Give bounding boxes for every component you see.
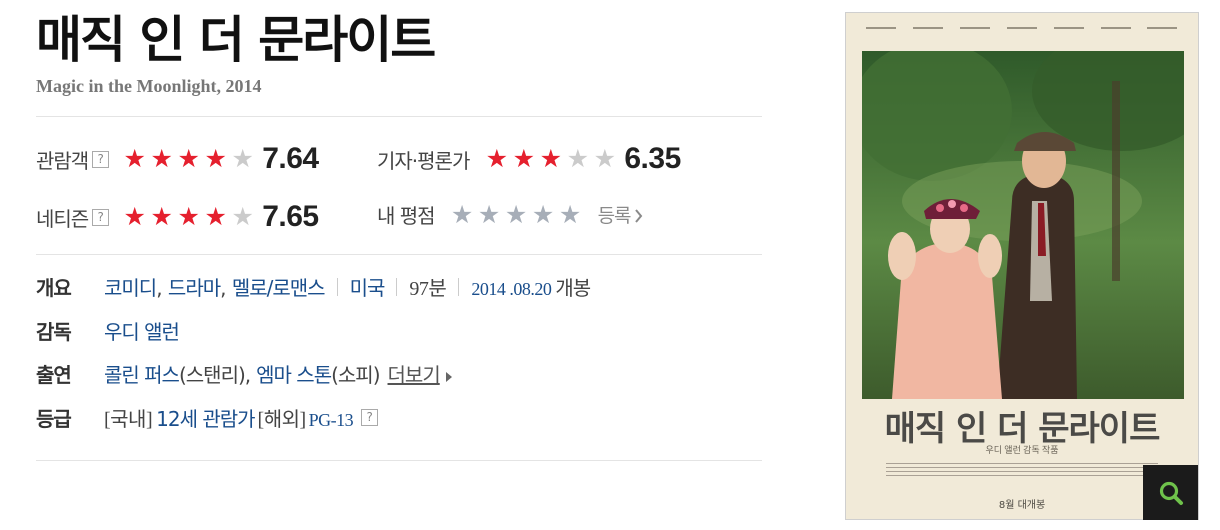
grade-row: 등급 [국내] 12세 관람가 [해외] PG-13 ? [36,403,379,432]
domestic-prefix: [국내] [104,409,153,431]
release-date-link[interactable]: 2014 .08.20 [471,279,552,300]
star-icon: ★ [177,202,200,231]
grade-label: 등급 [36,407,72,431]
register-rating-link[interactable]: 등록 [598,201,643,228]
zoom-button[interactable] [1143,465,1198,520]
director-link[interactable]: 우디 앨런 [104,316,180,345]
my-star-input[interactable]: ★ ★ ★ ★ ★ [449,201,584,228]
rating-mine: 내 평점 ★ ★ ★ ★ ★ 등록 [377,200,643,229]
movie-original-title: Magic in the Moonlight, 2014 [36,76,262,96]
help-icon[interactable]: ? [92,150,110,168]
star-icon: ★ [512,144,536,173]
star-icon: ★ [204,202,227,231]
star-icon[interactable]: ★ [476,201,503,228]
star-icon: ★ [539,144,563,173]
movie-poster[interactable]: 매직 인 더 문라이트 우디 앨런 감독 작품 8월 대개봉 [845,12,1199,520]
country-link[interactable]: 미국 [350,272,386,301]
genre-link[interactable]: 멜로/로맨스 [232,276,326,300]
magnifier-icon [1159,481,1183,505]
actor-link[interactable]: 콜린 퍼스 [104,359,180,388]
genre-link[interactable]: 코미디 [104,276,157,300]
director-label: 감독 [36,320,72,344]
poster-subtitle: 우디 앨런 감독 작품 [985,445,1059,455]
star-icon: ★ [485,144,509,173]
runtime: 97분 [409,278,447,300]
rating-netizen-label: 네티즌 [36,206,89,231]
poster-image [862,51,1184,399]
rating-netizen: 네티즌 ? ★ ★ ★ ★ ★ 7.65 [36,200,319,234]
star-icon: ★ [177,144,200,173]
star-icon: ★ [150,144,173,173]
star-rating: ★ ★ ★ ★ ★ [483,146,618,172]
star-icon: ★ [204,144,227,173]
actor-role: (스탠리) [178,363,246,387]
rating-critics: 기자·평론가 ★ ★ ★ ★ ★ 6.35 [377,142,681,176]
star-icon: ★ [231,144,254,173]
release-suffix: 개봉 [555,276,591,300]
movie-title: 매직 인 더 문라이트 [36,11,436,69]
star-icon[interactable]: ★ [449,201,476,228]
more-cast-button[interactable]: 더보기 [388,359,441,388]
help-icon[interactable]: ? [92,208,110,226]
separator [336,277,338,296]
star-icon[interactable]: ★ [530,201,557,228]
divider [36,460,762,461]
star-icon: ★ [566,144,590,173]
cast-row: 출연 콜린 퍼스 (스탠리), 엠마 스톤 (소피) 더보기 [36,359,452,388]
rating-score: 6.35 [624,142,681,175]
cast-label: 출연 [36,363,72,387]
chevron-right-icon [634,209,642,223]
divider [36,254,762,255]
rating-audience: 관람객 ? ★ ★ ★ ★ ★ 7.64 [36,142,319,176]
divider [36,116,762,117]
help-icon[interactable]: ? [361,409,379,426]
star-rating: ★ ★ ★ ★ ★ [121,146,256,172]
star-icon: ★ [593,144,617,173]
star-icon: ★ [231,202,254,231]
triangle-right-icon [445,372,452,382]
director-row: 감독 우디 앨런 [36,316,180,345]
star-icon[interactable]: ★ [503,201,530,228]
poster-illustration [862,51,1184,399]
overview-label: 개요 [36,276,72,300]
genre-link[interactable]: 드라마 [168,276,221,300]
separator [458,277,460,296]
actor-role: (소피) [331,363,380,387]
rating-mine-label: 내 평점 [377,204,436,228]
overseas-prefix: [해외] [257,409,307,431]
star-icon: ★ [123,202,146,231]
comma: , [244,363,251,387]
star-icon: ★ [123,144,146,173]
separator [396,277,398,296]
domestic-rating-link[interactable]: 12세 관람가 [156,403,255,432]
comma: , [156,276,162,300]
overview-row: 개요 코미디, 드라마, 멜로/로맨스 미국 97분 2014 .08.20 개… [36,272,591,301]
actor-link[interactable]: 엠마 스톤 [256,359,332,388]
rating-score: 7.64 [262,142,319,175]
rating-critics-label: 기자·평론가 [377,148,470,173]
genre-list: 코미디, 드라마, 멜로/로맨스 [104,272,326,301]
poster-billing-block [886,463,1158,483]
comma: , [220,276,226,300]
rating-audience-label: 관람객 [36,148,89,173]
star-rating: ★ ★ ★ ★ ★ [121,204,256,230]
poster-credits [846,13,1198,51]
star-icon: ★ [150,202,173,231]
register-label: 등록 [597,205,632,227]
rating-score: 7.65 [262,200,319,233]
overseas-rating-link[interactable]: PG-13 [309,410,354,431]
star-icon[interactable]: ★ [557,201,584,228]
